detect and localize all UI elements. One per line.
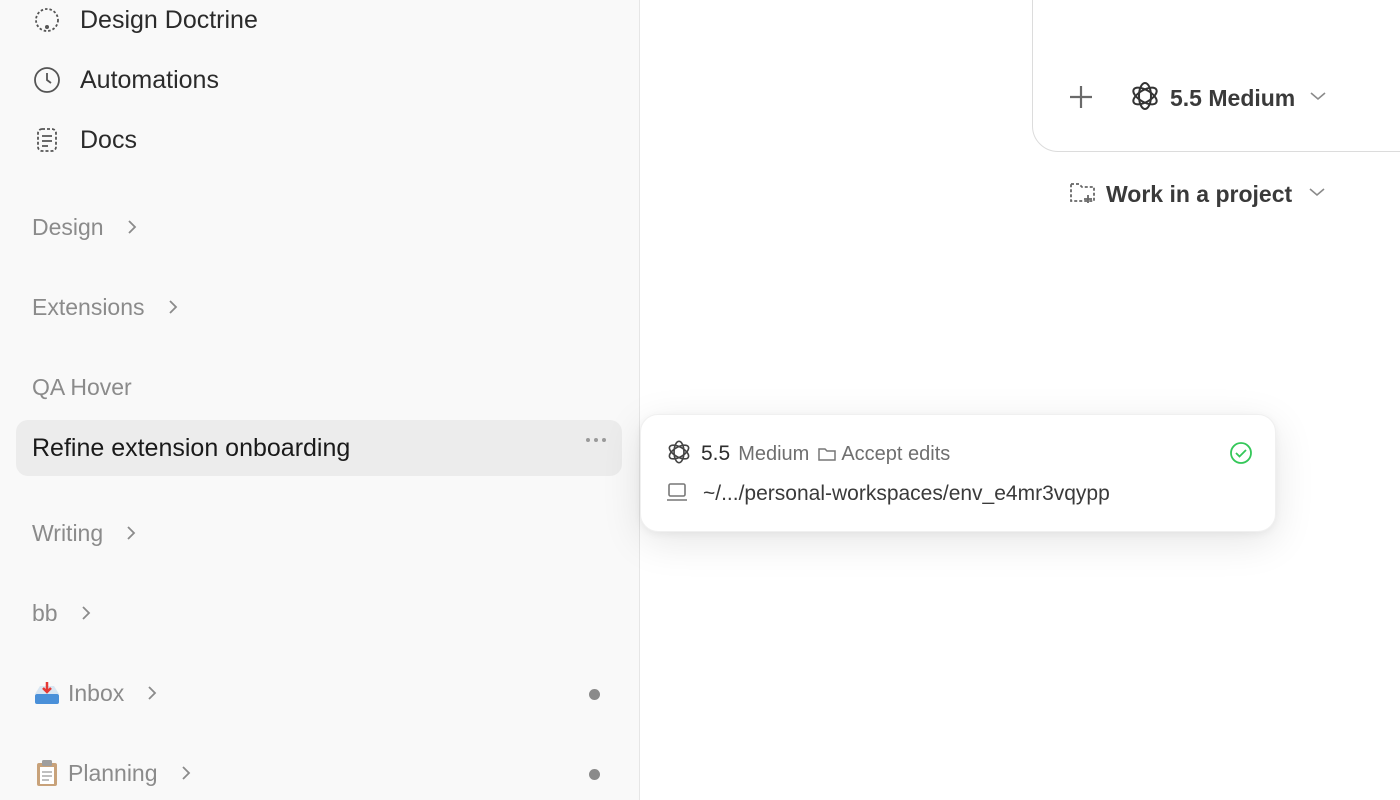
group-label: Extensions — [32, 293, 145, 320]
sidebar: Design Doctrine Automations Docs Design … — [0, 0, 640, 800]
permission-mode: Accept edits — [841, 442, 951, 465]
group-extensions[interactable]: Extensions — [32, 287, 181, 327]
folder-add-icon — [1068, 177, 1098, 212]
project-selector[interactable]: Work in a project — [1068, 176, 1326, 212]
more-options-icon[interactable] — [586, 438, 606, 442]
chevron-right-icon — [124, 219, 140, 235]
model-selector[interactable]: 5.5 Medium — [1128, 80, 1327, 116]
clock-icon — [32, 65, 62, 95]
add-attachment-button[interactable] — [1066, 82, 1096, 112]
plus-icon — [1070, 86, 1092, 108]
palette-icon — [32, 5, 62, 35]
document-icon — [32, 125, 62, 155]
inbox-tray-icon — [32, 678, 62, 708]
nav-label: Docs — [80, 125, 137, 154]
chevron-right-icon — [78, 605, 94, 621]
model-effort: Medium — [738, 442, 810, 465]
nav-automations[interactable]: Automations — [32, 60, 219, 100]
chevron-down-icon — [1309, 89, 1327, 107]
check-circle-icon — [1229, 441, 1253, 465]
folder-icon — [817, 445, 837, 463]
unread-dot — [589, 689, 600, 700]
nav-docs[interactable]: Docs — [32, 120, 137, 160]
chevron-down-icon — [1308, 185, 1326, 203]
nav-label: Design Doctrine — [80, 5, 258, 34]
chevron-right-icon — [123, 525, 139, 541]
openai-logo-icon — [665, 438, 693, 471]
group-label: Planning — [68, 759, 158, 786]
group-label: bb — [32, 599, 58, 626]
composer-card — [1032, 0, 1400, 152]
popover-model-row: 5.5 Medium Accept edits — [665, 439, 950, 469]
workspace-path: ~/.../personal-workspaces/env_e4mr3vqypp — [703, 482, 1110, 505]
laptop-icon — [665, 480, 689, 509]
openai-logo-icon — [1128, 79, 1162, 118]
group-inbox[interactable]: Inbox — [32, 673, 160, 713]
group-qa-hover[interactable]: QA Hover — [32, 367, 132, 407]
group-label: Design — [32, 213, 104, 240]
popover-path-row: ~/.../personal-workspaces/env_e4mr3vqypp — [665, 479, 1110, 509]
thread-title: Refine extension onboarding — [32, 433, 351, 462]
thread-item-active[interactable]: Refine extension onboarding — [16, 420, 622, 476]
group-label: QA Hover — [32, 373, 132, 400]
project-label: Work in a project — [1106, 180, 1293, 207]
group-writing[interactable]: Writing — [32, 513, 139, 553]
group-label: Inbox — [68, 679, 125, 706]
group-bb[interactable]: bb — [32, 593, 94, 633]
nav-design-doctrine[interactable]: Design Doctrine — [32, 0, 258, 40]
chevron-right-icon — [178, 765, 194, 781]
model-version: 5.5 — [701, 442, 731, 465]
group-label: Writing — [32, 519, 104, 546]
clipboard-icon — [32, 758, 62, 788]
nav-label: Automations — [80, 65, 219, 94]
thread-info-popover: 5.5 Medium Accept edits ~/.../personal-w… — [640, 414, 1276, 532]
chevron-right-icon — [144, 685, 160, 701]
group-planning[interactable]: Planning — [32, 753, 194, 793]
model-label: 5.5 Medium — [1170, 84, 1296, 111]
group-design[interactable]: Design — [32, 207, 140, 247]
unread-dot — [589, 769, 600, 780]
chevron-right-icon — [165, 299, 181, 315]
